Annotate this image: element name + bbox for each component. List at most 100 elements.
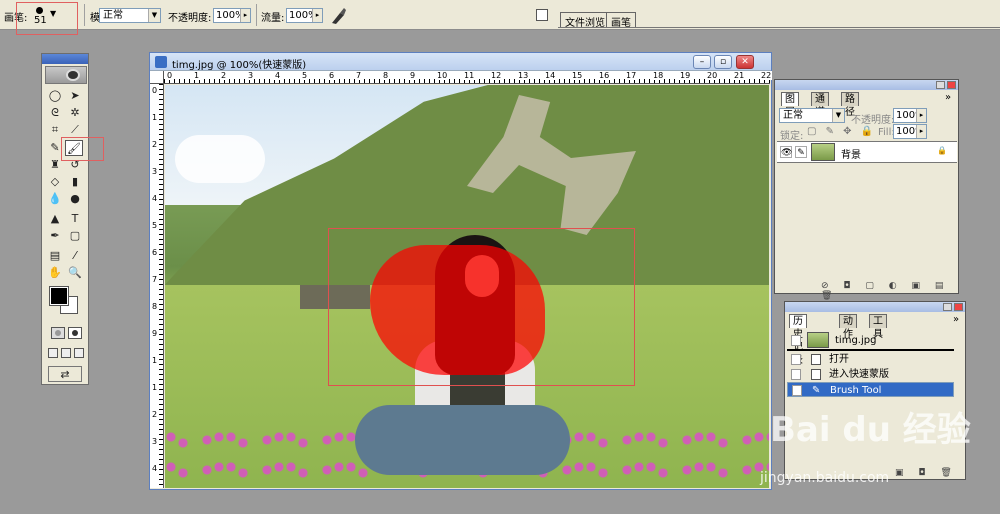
history-snapshot[interactable]: timg.jpg: [787, 331, 954, 351]
crop-tool-icon[interactable]: ⌗: [46, 122, 64, 138]
layer-opacity-input[interactable]: 100% ▸: [893, 108, 927, 123]
standard-mode-icon[interactable]: [51, 327, 65, 339]
history-item-label: Brush Tool: [830, 385, 882, 396]
notes-tool-icon[interactable]: ▤: [46, 248, 64, 264]
tab-history[interactable]: 历史记录: [789, 314, 807, 366]
tab-brushes[interactable]: 画笔: [606, 12, 636, 29]
history-brush-source-icon[interactable]: [791, 335, 801, 346]
close-button[interactable]: ✕: [736, 55, 754, 69]
history-brush-source-icon[interactable]: [791, 369, 801, 380]
eyedropper-icon[interactable]: ⁄: [66, 248, 84, 264]
maximize-button[interactable]: ▫: [714, 55, 732, 69]
panel-titlebar[interactable]: [785, 302, 965, 312]
history-item-label: 进入快速蒙版: [829, 369, 889, 380]
vertical-ruler[interactable]: 0 1 2 3 4 5 6 7 8 9 1 1 2 3 4: [150, 84, 164, 488]
lock-icon: 🔒: [937, 146, 947, 155]
panel-menu-icon[interactable]: »: [953, 314, 959, 325]
snapshot-name: timg.jpg: [835, 335, 877, 346]
lock-label: 锁定:: [780, 131, 804, 142]
photoshop-logo[interactable]: [45, 66, 87, 84]
hand-tool-icon[interactable]: ✋: [46, 265, 64, 281]
dodge-tool-icon[interactable]: ●: [66, 191, 84, 207]
ruler-tick-label: 9: [409, 71, 417, 80]
fill-input[interactable]: 100% ▸: [893, 124, 927, 139]
palette-well: 文件浏览 画笔: [558, 10, 1000, 29]
lasso-tool-icon[interactable]: ᘓ: [46, 105, 64, 121]
tab-file-browser[interactable]: 文件浏览: [560, 12, 610, 29]
chevron-right-icon[interactable]: ▸: [916, 109, 926, 122]
path-selection-icon[interactable]: ▲: [46, 211, 64, 227]
panel-titlebar[interactable]: [775, 80, 958, 90]
marquee-tool-icon[interactable]: ◯: [46, 88, 64, 104]
jump-to-imageready-icon[interactable]: ⇄: [48, 366, 82, 382]
history-item[interactable]: ✎ Brush Tool: [787, 382, 954, 397]
minimize-button[interactable]: [936, 81, 945, 89]
airbrush-icon[interactable]: [330, 5, 348, 25]
layer-row[interactable]: 👁 ✎ 背景 🔒: [777, 141, 957, 163]
close-button[interactable]: [947, 81, 956, 89]
move-tool-icon[interactable]: ➤: [66, 88, 84, 104]
lock-icons[interactable]: ▢ ✎ ✥ 🔒: [807, 126, 876, 137]
minimize-button[interactable]: [943, 303, 952, 311]
quick-mask-mode-icon[interactable]: [68, 327, 82, 339]
screen-mode-full-icon[interactable]: [74, 348, 84, 358]
pen-tool-icon[interactable]: ✒: [46, 228, 64, 244]
ruler-tick-label: 7: [355, 71, 363, 80]
ruler-tick-label: 4: [152, 464, 158, 473]
tab-actions[interactable]: 动作: [839, 314, 857, 340]
chevron-down-icon[interactable]: ▼: [148, 9, 160, 22]
panel-menu-icon[interactable]: »: [945, 92, 951, 103]
eye-logo-icon: [66, 69, 80, 81]
slice-tool-icon[interactable]: ⟋: [66, 122, 84, 138]
ruler-tick-label: 10: [436, 71, 449, 80]
zoom-tool-icon[interactable]: 🔍: [66, 265, 84, 281]
shape-tool-icon[interactable]: ▢: [66, 228, 84, 244]
flow-input[interactable]: 100% ▸: [286, 8, 323, 23]
screen-mode-standard-icon[interactable]: [48, 348, 58, 358]
highlight-box: [61, 137, 104, 161]
mode-select[interactable]: 正常 ▼: [99, 8, 161, 23]
layer-footer-icons[interactable]: ⊘ ◘ ▢ ◐ ▣ ▤ 🗑: [821, 281, 958, 301]
close-button[interactable]: [954, 303, 963, 311]
history-footer-icons[interactable]: ▣ ◘ 🗑: [895, 468, 958, 480]
ruler-tick-label: 3: [247, 71, 255, 80]
gradient-tool-icon[interactable]: ▮: [66, 174, 84, 190]
ruler-tick-label: 1: [152, 113, 158, 122]
type-tool-icon[interactable]: T: [66, 211, 84, 227]
minimize-button[interactable]: –: [693, 55, 711, 69]
tab-tools[interactable]: 工具: [869, 314, 887, 340]
tab-layers[interactable]: 图层: [781, 92, 799, 118]
layers-panel: 图层 通道 路径 » 正常 ▼ 不透明度: 100% ▸ 锁定: ▢ ✎ ✥ 🔒…: [774, 79, 959, 301]
ruler-origin[interactable]: [150, 71, 164, 84]
history-item[interactable]: 打开: [787, 352, 954, 367]
chevron-right-icon[interactable]: ▸: [240, 9, 250, 22]
cloud: [175, 135, 265, 183]
history-brush-source-icon[interactable]: [792, 385, 802, 396]
foreground-color-swatch[interactable]: [49, 286, 69, 306]
eraser-tool-icon[interactable]: ◇: [46, 174, 64, 190]
chevron-right-icon[interactable]: ▸: [312, 9, 322, 22]
history-item[interactable]: 进入快速蒙版: [787, 367, 954, 382]
magic-wand-icon[interactable]: ✲: [66, 105, 84, 121]
tab-paths[interactable]: 路径: [841, 92, 859, 118]
photoshop-doc-icon: [155, 56, 167, 68]
palette-well-icon[interactable]: [536, 9, 548, 21]
blend-mode-select[interactable]: 正常 ▼: [779, 108, 845, 123]
toolbox-titlebar[interactable]: [42, 54, 88, 64]
divider: [84, 4, 85, 26]
blur-tool-icon[interactable]: 💧: [46, 191, 64, 207]
ruler-tick-label: 4: [274, 71, 282, 80]
eye-icon[interactable]: 👁: [780, 146, 792, 158]
horizontal-ruler[interactable]: 0 1 2 3 4 5 6 7 8 9 10 11 12 13 14 15 16 17 18 19 20 21 22: [164, 71, 773, 84]
tab-channels[interactable]: 通道: [811, 92, 829, 118]
screen-mode-full-menu-icon[interactable]: [61, 348, 71, 358]
brush-link-icon[interactable]: ✎: [795, 146, 807, 158]
history-brush-source-icon[interactable]: [791, 354, 801, 365]
document-titlebar[interactable]: timg.jpg @ 100%(快速蒙版) – ▫ ✕: [150, 53, 771, 71]
chevron-right-icon[interactable]: ▸: [916, 125, 926, 138]
divider: [256, 4, 257, 26]
chevron-down-icon[interactable]: ▼: [832, 109, 844, 122]
mode-value: 正常: [103, 10, 123, 21]
layer-thumbnail: [811, 143, 835, 161]
opacity-input[interactable]: 100% ▸: [213, 8, 251, 23]
